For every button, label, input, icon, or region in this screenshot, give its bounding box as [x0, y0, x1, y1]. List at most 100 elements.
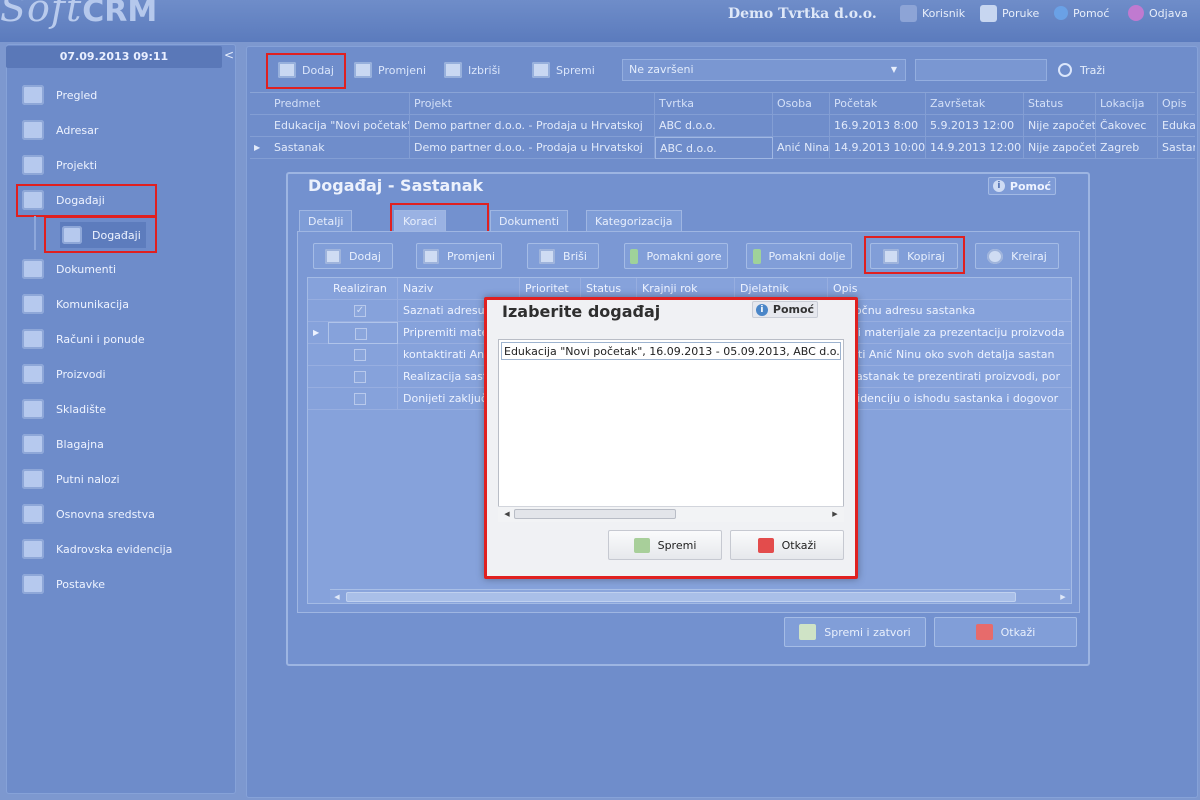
cash-register-icon [22, 434, 44, 454]
step-add-button[interactable]: Dodaj [313, 243, 393, 269]
event-list-scrollbar[interactable]: ◀ ▶ [498, 506, 844, 522]
fixed-assets-icon [22, 504, 44, 524]
highlight-dogadaji-sub [44, 216, 157, 253]
sidebar-item-pregled[interactable]: Pregled [22, 82, 222, 108]
column-header[interactable]: Početak [830, 93, 926, 115]
column-header[interactable]: Tvrtka [655, 93, 773, 115]
sidebar-item-komunikacija[interactable]: Komunikacija [22, 291, 222, 317]
column-header[interactable]: Predmet [270, 93, 410, 115]
logout-link[interactable]: Odjava [1128, 4, 1188, 22]
chevron-down-icon: ▼ [890, 65, 897, 74]
highlight-dogadaji [16, 184, 157, 217]
save-and-close-button[interactable]: Spremi i zatvori [784, 617, 926, 647]
tab-dokumenti[interactable]: Dokumenti [490, 210, 569, 232]
sidebar-item-skladiste[interactable]: Skladište [22, 396, 222, 422]
scrollbar-thumb[interactable] [514, 509, 676, 519]
save-button[interactable]: Spremi [532, 54, 595, 86]
table-row[interactable]: ▶ Sastanak Demo partner d.o.o. - Prodaja… [250, 137, 1195, 159]
user-link[interactable]: Korisnik [900, 4, 965, 22]
column-header[interactable]: Status [1024, 93, 1096, 115]
select-event-cancel-button[interactable]: Otkaži [730, 530, 844, 560]
current-datetime: 07.09.2013 09:11 [6, 46, 222, 68]
column-header[interactable]: Projekt [410, 93, 655, 115]
sidebar-item-projekti[interactable]: Projekti [22, 152, 222, 178]
sidebar-item-dokumenti[interactable]: Dokumenti [22, 256, 222, 282]
sidebar-item-putni-nalozi[interactable]: Putni nalozi [22, 466, 222, 492]
table-cell: ABC d.o.o. [655, 137, 773, 159]
column-header[interactable]: Lokacija [1096, 93, 1158, 115]
delete-icon [539, 248, 556, 264]
column-header[interactable]: Opis [828, 278, 1071, 300]
search-button[interactable]: Traži [1058, 58, 1105, 82]
cancel-button[interactable]: Otkaži [934, 617, 1077, 647]
sidebar-item-kadrovska[interactable]: Kadrovska evidencija [22, 536, 222, 562]
help-link[interactable]: Pomoć [1054, 4, 1109, 22]
sidebar-item-postavke[interactable]: Postavke [22, 571, 222, 597]
edit-button[interactable]: Promjeni [354, 54, 426, 86]
sidebar-item-proizvodi[interactable]: Proizvodi [22, 361, 222, 387]
done-checkbox[interactable]: ✓ [354, 305, 366, 317]
select-event-help-button[interactable]: i Pomoć [752, 301, 818, 318]
products-icon [22, 364, 44, 384]
table-cell: ti evidenciju o ishodu sastanka i dogovo… [833, 392, 1059, 405]
add-button[interactable]: Dodaj [278, 54, 334, 86]
scroll-left-icon[interactable]: ◀ [500, 507, 514, 521]
info-icon: i [992, 180, 1005, 192]
table-row[interactable]: Edukacija "Novi početak" Demo partner d.… [250, 115, 1195, 137]
sidebar-item-blagajna[interactable]: Blagajna [22, 431, 222, 457]
table-cell: Demo partner d.o.o. - Prodaja u Hrvatsko… [410, 137, 655, 159]
steps-table-scrollbar[interactable]: ◀ ▶ [330, 589, 1070, 603]
column-header[interactable]: Realiziran [328, 278, 398, 300]
status-filter-select[interactable]: Ne završeni ▼ [622, 59, 906, 81]
done-checkbox[interactable] [354, 349, 366, 361]
step-edit-button[interactable]: Promjeni [416, 243, 502, 269]
table-cell: ktirati Anić Ninu oko svoh detalja sasta… [833, 348, 1055, 361]
select-event-save-button[interactable]: Spremi [608, 530, 722, 560]
info-icon [1054, 6, 1068, 20]
hr-icon [22, 539, 44, 559]
done-cell [328, 322, 398, 344]
move-up-button[interactable]: Pomakni gore [624, 243, 728, 269]
scroll-right-icon[interactable]: ▶ [1056, 590, 1070, 604]
projects-icon [22, 155, 44, 175]
column-header[interactable]: Završetak [926, 93, 1024, 115]
done-checkbox[interactable] [354, 371, 366, 383]
table-cell: 14.9.2013 10:00 [830, 137, 926, 159]
tab-koraci[interactable]: Koraci [394, 210, 446, 233]
save-icon [633, 537, 650, 553]
table-cell: na sastanak te prezentirati proizvodi, p… [833, 370, 1060, 383]
done-checkbox[interactable] [354, 393, 366, 405]
event-dialog-help-button[interactable]: i Pomoć [988, 177, 1056, 195]
info-icon: i [755, 303, 768, 316]
create-button[interactable]: Kreiraj [975, 243, 1059, 269]
sidebar-item-adresar[interactable]: Adresar [22, 117, 222, 143]
copy-button[interactable]: Kopiraj [870, 243, 958, 269]
tab-kategorizacija[interactable]: Kategorizacija [586, 210, 682, 232]
row-selected-indicator: ▶ [254, 143, 261, 152]
overview-icon [22, 85, 44, 105]
table-cell: 14.9.2013 12:00 [926, 137, 1024, 159]
event-list[interactable] [498, 339, 844, 522]
done-checkbox[interactable] [355, 328, 367, 340]
list-item[interactable]: Edukacija "Novi početak", 16.09.2013 - 0… [501, 342, 841, 360]
table-cell: Anić Nina [773, 137, 830, 159]
scrollbar-thumb[interactable] [346, 592, 1016, 602]
select-event-dialog-title: Izaberite događaj [502, 302, 661, 321]
messages-link[interactable]: Poruke [980, 4, 1039, 22]
sidebar-item-osnovna-sredstva[interactable]: Osnovna sredstva [22, 501, 222, 527]
sidebar-item-racuni[interactable]: Računi i ponude [22, 326, 222, 352]
column-header[interactable]: Opis [1158, 93, 1195, 115]
move-down-button[interactable]: Pomakni dolje [746, 243, 852, 269]
scroll-right-icon[interactable]: ▶ [828, 507, 842, 521]
table-cell: Čakovec [1096, 115, 1158, 137]
step-delete-button[interactable]: Briši [527, 243, 599, 269]
column-header[interactable]: Osoba [773, 93, 830, 115]
collapse-sidebar-button[interactable]: < [224, 48, 234, 62]
tab-detalji[interactable]: Detalji [299, 210, 353, 232]
delete-button[interactable]: Izbriši [444, 54, 500, 86]
add-icon [278, 62, 296, 78]
table-cell: ati točnu adresu sastanka [833, 304, 976, 317]
table-cell: Nije započeto [1024, 137, 1096, 159]
search-input[interactable] [915, 59, 1047, 81]
scroll-left-icon[interactable]: ◀ [330, 590, 344, 604]
